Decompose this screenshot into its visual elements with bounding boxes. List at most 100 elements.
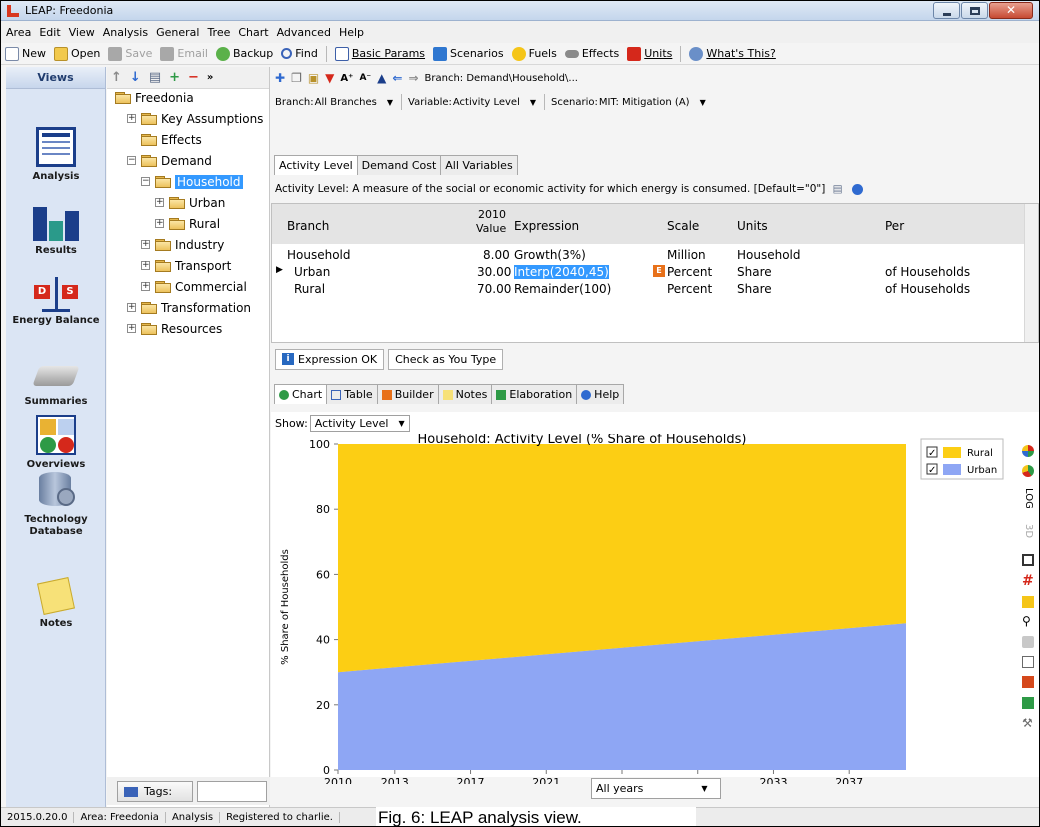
tab-activity-level[interactable]: Activity Level — [274, 155, 358, 175]
tree-node-resources[interactable]: Resources — [141, 320, 222, 337]
tree-node-commercial[interactable]: Commercial — [155, 278, 247, 295]
col-branch[interactable]: Branch — [287, 219, 329, 233]
table-row[interactable]: ▶ Urban 30.00 Interp(2040,45) E Percent … — [272, 265, 1024, 281]
chart-icon[interactable]: ▲ — [377, 71, 386, 85]
table-row[interactable]: Rural 70.00 Remainder(100) Percent Share… — [272, 282, 1024, 298]
axis-options-icon[interactable]: ⚲ — [1022, 615, 1034, 627]
back-arrow-icon[interactable]: ⇐ — [392, 71, 402, 85]
menu-area[interactable]: Area — [6, 26, 31, 39]
legend-toggle-icon[interactable] — [1022, 554, 1034, 566]
menu-view[interactable]: View — [69, 26, 95, 39]
whats-this-button[interactable]: What's This? — [689, 46, 776, 61]
year-range-dropdown[interactable]: All years ▼ — [591, 778, 721, 799]
tab-table[interactable]: Table — [326, 384, 378, 404]
data-labels-icon[interactable] — [1022, 596, 1034, 608]
fuels-button[interactable]: Fuels — [511, 46, 557, 61]
tree-node-household[interactable]: Household — [155, 173, 243, 190]
col-expression[interactable]: Expression — [514, 219, 579, 233]
settings-wrench-icon[interactable]: ⚒ — [1022, 717, 1034, 729]
add-icon[interactable]: ✚ — [275, 71, 285, 85]
expand-toggle[interactable]: + — [155, 219, 164, 228]
variable-filter[interactable]: Variable: Activity Level ▼ — [408, 97, 536, 108]
show-dropdown[interactable]: Activity Level ▼ — [309, 415, 410, 432]
view-notes[interactable]: Notes — [6, 577, 106, 630]
close-button[interactable]: ✕ — [989, 2, 1033, 19]
menu-general[interactable]: General — [156, 26, 199, 39]
menu-analysis[interactable]: Analysis — [103, 26, 148, 39]
tree-node-rural[interactable]: Rural — [169, 215, 220, 232]
tree-node-industry[interactable]: Industry — [155, 236, 224, 253]
maximize-button[interactable] — [961, 2, 988, 19]
menu-edit[interactable]: Edit — [39, 26, 60, 39]
menu-tree[interactable]: Tree — [207, 26, 230, 39]
open-button[interactable]: Open — [54, 46, 100, 61]
tree-node-transformation[interactable]: Transformation — [141, 299, 251, 316]
backup-button[interactable]: Backup — [215, 46, 273, 61]
minimize-button[interactable] — [933, 2, 960, 19]
font-smaller-icon[interactable]: A⁻ — [359, 73, 371, 83]
view-technology-database[interactable]: Technology Database — [6, 470, 106, 538]
tree-node-demand[interactable]: Demand — [141, 152, 212, 169]
tab-elaboration[interactable]: Elaboration — [491, 384, 578, 404]
menu-advanced[interactable]: Advanced — [277, 26, 331, 39]
table-row[interactable]: Household 8.00 Growth(3%) Million Househ… — [272, 248, 1024, 264]
delete-branch-icon[interactable]: − — [188, 70, 199, 85]
tree-node-freedonia[interactable]: Freedonia — [115, 89, 194, 106]
forward-arrow-icon[interactable]: ⇒ — [408, 71, 418, 85]
expand-toggle[interactable]: + — [141, 261, 150, 270]
col-value[interactable]: Value — [476, 222, 506, 235]
properties-icon[interactable]: ▤ — [833, 183, 843, 195]
tab-demand-cost[interactable]: Demand Cost — [356, 155, 442, 175]
log-scale-toggle[interactable]: LOG — [1022, 488, 1034, 518]
collapse-toggle[interactable]: − — [127, 156, 136, 165]
expand-toggle[interactable]: + — [155, 198, 164, 207]
tree-node-effects[interactable]: Effects — [141, 131, 202, 148]
move-up-icon[interactable]: ↑ — [111, 70, 122, 85]
tree-node-key-assumptions[interactable]: Key Assumptions — [141, 110, 263, 127]
scenarios-button[interactable]: Scenarios — [433, 46, 504, 61]
tab-help[interactable]: Help — [576, 384, 625, 404]
chart-type-icon[interactable] — [1022, 465, 1034, 477]
col-per[interactable]: Per — [885, 219, 904, 233]
view-energy-balance[interactable]: D S Energy Balance — [6, 277, 106, 327]
print-icon[interactable] — [1022, 636, 1034, 648]
collapse-toggle[interactable]: − — [141, 177, 150, 186]
find-button[interactable]: Find — [281, 47, 318, 60]
view-results[interactable]: Results — [6, 205, 106, 257]
help-icon[interactable] — [851, 183, 863, 195]
branch-filter[interactable]: Branch: All Branches ▼ — [275, 97, 393, 108]
col-units[interactable]: Units — [737, 219, 768, 233]
tree-node-urban[interactable]: Urban — [169, 194, 225, 211]
import-icon[interactable]: ▼ — [325, 71, 334, 85]
properties-icon[interactable]: ▤ — [149, 70, 161, 85]
scenario-filter[interactable]: Scenario: MIT: Mitigation (A) ▼ — [551, 97, 706, 108]
3d-toggle[interactable]: 3D — [1022, 524, 1034, 546]
tags-input[interactable] — [197, 781, 267, 802]
paste-icon[interactable]: ▣ — [308, 71, 319, 85]
grid-toggle-icon[interactable]: # — [1022, 574, 1034, 588]
copy-chart-icon[interactable] — [1022, 656, 1034, 668]
save-button[interactable]: Save — [108, 46, 152, 61]
view-analysis[interactable]: Analysis — [6, 127, 106, 183]
new-button[interactable]: New — [5, 46, 46, 61]
font-larger-icon[interactable]: A⁺ — [340, 73, 353, 84]
tab-notes[interactable]: Notes — [437, 384, 493, 404]
email-button[interactable]: Email — [160, 46, 208, 61]
copy-icon[interactable]: ❐ — [291, 71, 302, 85]
expand-toggle[interactable]: + — [127, 114, 136, 123]
menu-chart[interactable]: Chart — [238, 26, 268, 39]
add-branch-icon[interactable]: + — [169, 70, 180, 85]
col-scale[interactable]: Scale — [667, 219, 699, 233]
expand-toggle[interactable]: + — [127, 324, 136, 333]
expand-toggle[interactable]: + — [141, 282, 150, 291]
move-down-icon[interactable]: ↓ — [130, 70, 141, 85]
expand-toggle[interactable]: + — [141, 240, 150, 249]
view-summaries[interactable]: Summaries — [6, 360, 106, 408]
grid-scrollbar[interactable] — [1024, 204, 1038, 342]
units-button[interactable]: Units — [627, 46, 672, 61]
selected-expression-cell[interactable]: Interp(2040,45) — [514, 265, 609, 279]
tab-all-variables[interactable]: All Variables — [440, 155, 518, 175]
effects-button[interactable]: Effects — [564, 47, 619, 60]
view-overviews[interactable]: Overviews — [6, 415, 106, 471]
pie-chart-icon[interactable] — [1022, 445, 1034, 457]
